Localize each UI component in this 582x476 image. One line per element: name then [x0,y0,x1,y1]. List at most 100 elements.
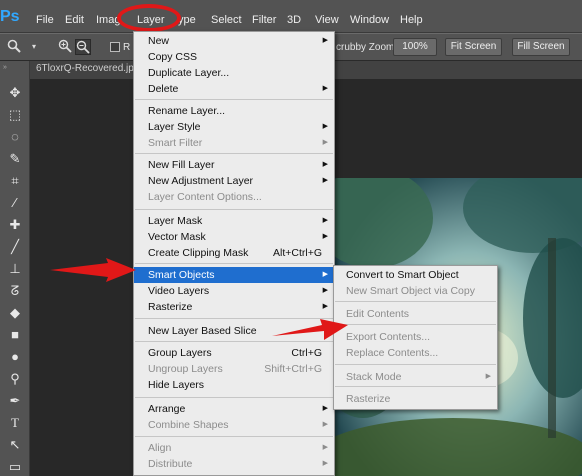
blur-tool-icon[interactable]: ● [5,348,25,366]
menu-item-label: Rasterize [148,301,193,313]
menu-item-label: Layer Style [148,121,201,133]
menu-item-label: Smart Filter [148,137,203,149]
menu-item-label: Edit Contents [346,308,410,320]
submenu-arrow-icon: ▶ [322,123,328,130]
marquee-tool-icon[interactable]: ⬚ [5,106,25,124]
layer-menu-item-align: Align ▶ [134,440,334,456]
menu-view[interactable]: View [315,14,339,26]
layer-menu-item-distribute: Distribute ▶ [134,456,334,472]
document-tab[interactable]: 6TloxrQ-Recovered.jpg [36,63,139,79]
pen-tool-icon[interactable]: ✒ [5,392,25,410]
submenu-arrow-icon: ▶ [322,460,328,467]
zoom-100-button[interactable]: 100% [393,38,437,56]
menu-filter[interactable]: Filter [252,14,276,26]
gradient-tool-icon[interactable]: ■ [5,326,25,344]
submenu-arrow-icon: ▶ [322,421,328,428]
menu-item-label: Video Layers [148,285,210,297]
menu-item-label: Rename Layer... [148,105,226,117]
layer-menu-item-layer-content-options: Layer Content Options... [134,189,334,205]
menu-item-label: New Fill Layer [148,159,215,171]
menu-edit[interactable]: Edit [65,14,84,26]
menu-select[interactable]: Select [211,14,242,26]
menu-3d[interactable]: 3D [287,14,301,26]
layer-menu-item-new-adjustment-layer[interactable]: New Adjustment Layer ▶ [134,173,334,189]
smart-objects-item-stack-mode: Stack Mode ▶ [334,369,497,385]
menu-item-shortcut: Alt+Ctrl+G [272,247,322,259]
eraser-tool-icon[interactable]: ◆ [5,304,25,322]
layer-menu-item-rasterize[interactable]: Rasterize ▶ [134,299,334,315]
layer-menu-item-arrange[interactable]: Arrange ▶ [134,401,334,417]
rectangle-tool-icon[interactable]: ▭ [5,458,25,476]
move-tool-icon[interactable]: ✥ [5,84,25,102]
layer-menu-item-copy-css[interactable]: Copy CSS [134,49,334,65]
tools-panel: » ✥ ⬚ ◌ ✎ ⌗ ⁄ ✚ ╱ ⊥ ᘔ ◆ ■ ● ⚲ ✒ T ↖ ▭ [0,61,30,476]
menu-item-label: New [148,35,170,47]
menu-item-label: Combine Shapes [148,419,229,431]
lasso-tool-icon[interactable]: ◌ [5,128,25,146]
submenu-arrow-icon: ▶ [322,217,328,224]
menu-item-label: Layer Content Options... [148,191,262,203]
quick-selection-tool-icon[interactable]: ✎ [5,150,25,168]
zoom-out-icon[interactable] [75,39,91,55]
smart-objects-item-replace-contents: Replace Contents... [334,345,497,361]
smart-objects-item-convert-to-smart-object[interactable]: Convert to Smart Object [334,267,497,283]
tool-preset-dropdown-icon[interactable]: ▾ [26,39,42,55]
path-selection-tool-icon[interactable]: ↖ [5,436,25,454]
layer-menu-item-smart-filter: Smart Filter ▶ [134,135,334,151]
type-tool-icon[interactable]: T [5,414,25,432]
healing-brush-tool-icon[interactable]: ✚ [5,216,25,234]
layer-menu-item-combine-shapes: Combine Shapes ▶ [134,417,334,433]
layer-menu-item-rename-layer[interactable]: Rename Layer... [134,103,334,119]
layer-menu-item-video-layers[interactable]: Video Layers ▶ [134,283,334,299]
layer-menu-item-vector-mask[interactable]: Vector Mask ▶ [134,229,334,245]
history-brush-tool-icon[interactable]: ᘔ [5,282,25,300]
zoom-tool-icon[interactable] [6,39,22,55]
smart-objects-submenu: Convert to Smart Object New Smart Object … [333,265,498,410]
menu-separator [135,397,333,398]
menu-item-label: New Adjustment Layer [148,175,254,187]
submenu-arrow-icon: ▶ [322,161,328,168]
submenu-arrow-icon: ▶ [322,37,328,44]
panel-grip-icon[interactable]: » [3,64,7,71]
menu-item-label: Copy CSS [148,51,198,63]
menu-separator [135,209,333,210]
layer-menu-item-delete[interactable]: Delete ▶ [134,81,334,97]
eyedropper-tool-icon[interactable]: ⁄ [5,194,25,212]
layer-menu-item-create-clipping-mask[interactable]: Create Clipping Mask Alt+Ctrl+G [134,245,334,261]
menu-item-label: Vector Mask [148,231,206,243]
fill-screen-button[interactable]: Fill Screen [512,38,570,56]
menu-window[interactable]: Window [350,14,389,26]
submenu-arrow-icon: ▶ [322,85,328,92]
menu-item-label: Ungroup Layers [148,363,223,375]
scrubby-zoom-label: crubby Zoom [336,42,395,53]
brush-tool-icon[interactable]: ╱ [5,238,25,256]
menu-separator [135,263,333,264]
smart-objects-item-new-smart-object-via-copy: New Smart Object via Copy [334,283,497,299]
dodge-tool-icon[interactable]: ⚲ [5,370,25,388]
layer-menu-item-hide-layers[interactable]: Hide Layers [134,377,334,393]
submenu-arrow-icon: ▶ [322,271,328,278]
smart-objects-item-edit-contents: Edit Contents [334,306,497,322]
resize-windows-checkbox[interactable] [110,42,120,52]
menu-item-label: New Layer Based Slice [148,325,257,337]
layer-menu-item-smart-objects[interactable]: Smart Objects ▶ [134,267,334,283]
menu-file[interactable]: File [36,14,54,26]
fit-screen-button[interactable]: Fit Screen [445,38,502,56]
menu-separator [135,153,333,154]
layer-menu-item-new[interactable]: New ▶ [134,33,334,49]
layer-menu-item-group-layers[interactable]: Group Layers Ctrl+G [134,345,334,361]
clone-stamp-tool-icon[interactable]: ⊥ [5,260,25,278]
annotation-arrow-left [50,258,136,282]
photoshop-logo: Ps [0,8,20,25]
resize-windows-label: R [123,42,131,53]
layer-menu-item-layer-mask[interactable]: Layer Mask ▶ [134,213,334,229]
layer-menu-item-new-fill-layer[interactable]: New Fill Layer ▶ [134,157,334,173]
menu-help[interactable]: Help [400,14,423,26]
submenu-arrow-icon: ▶ [322,139,328,146]
menu-separator [335,301,496,302]
layer-menu-item-layer-style[interactable]: Layer Style ▶ [134,119,334,135]
zoom-in-icon[interactable] [57,39,73,55]
menu-item-label: Stack Mode [346,371,402,383]
layer-menu-item-duplicate-layer[interactable]: Duplicate Layer... [134,65,334,81]
crop-tool-icon[interactable]: ⌗ [5,172,25,190]
